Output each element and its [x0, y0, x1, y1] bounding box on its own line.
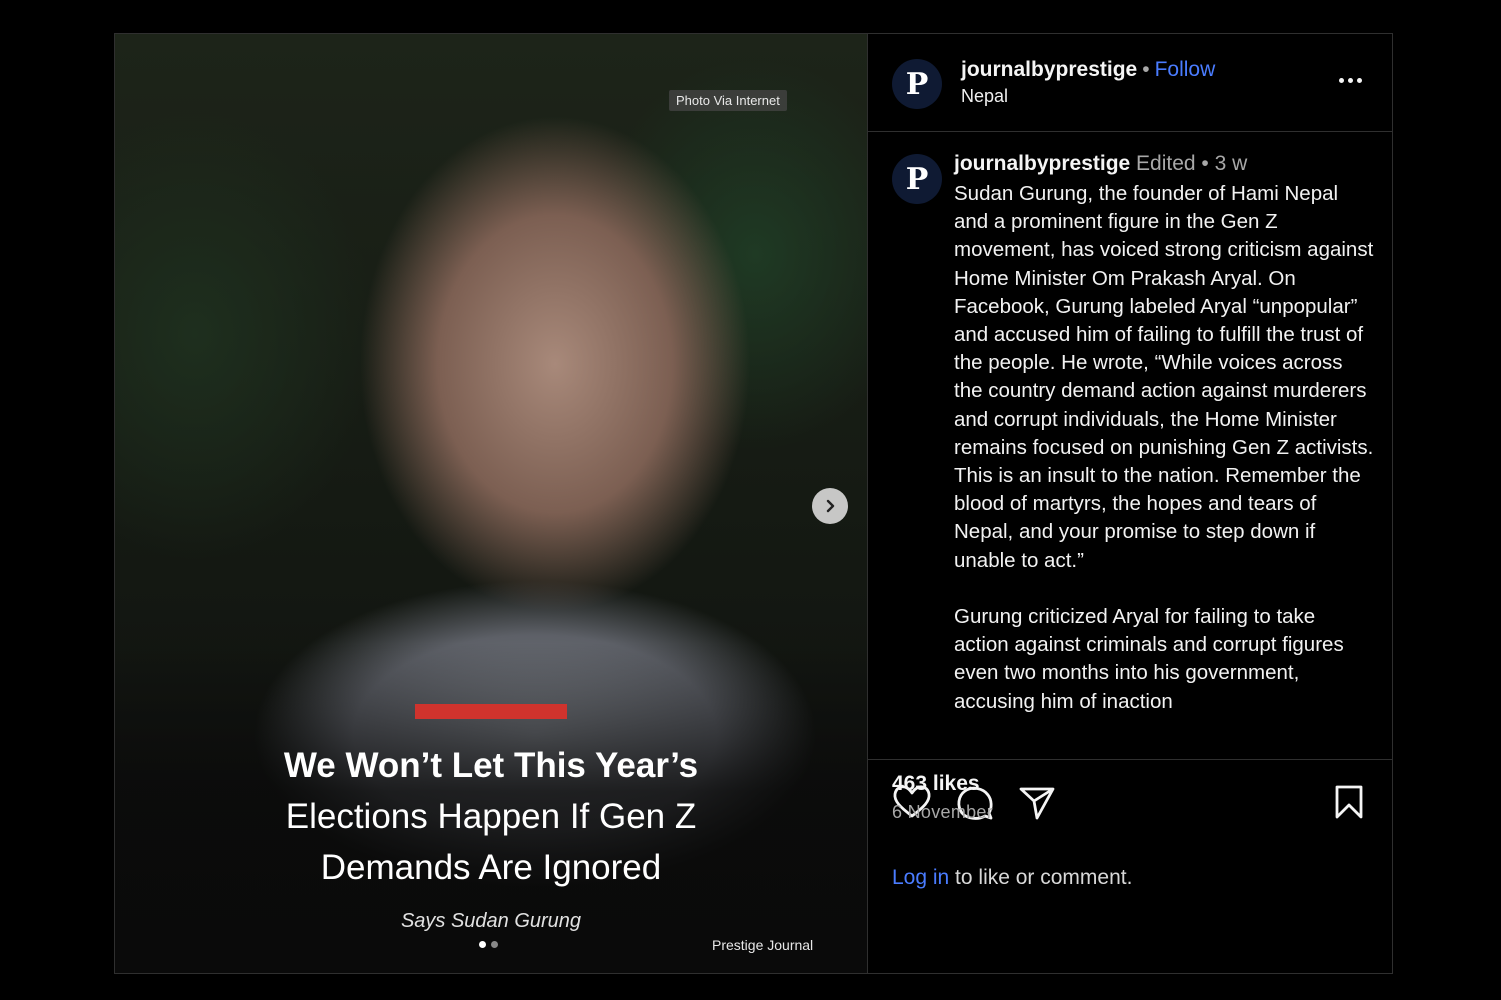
caption-area[interactable]: P journalbyprestige Edited • 3 w Sudan G…	[868, 132, 1392, 760]
accent-bar	[415, 704, 567, 719]
post-image[interactable]: Photo Via Internet We Won’t Let This Yea…	[115, 34, 867, 973]
headline-bold: We Won’t Let This Year’s	[283, 746, 699, 785]
headline-line-3: Demands Are Ignored	[320, 848, 662, 887]
caption-username[interactable]: journalbyprestige	[954, 152, 1130, 175]
carousel-indicator	[479, 941, 498, 948]
image-headline: We Won’t Let This Year’s Elections Happe…	[175, 740, 807, 893]
post-header: P journalbyprestige • Follow Nepal	[868, 34, 1392, 132]
brand-watermark: Prestige Journal	[712, 937, 814, 953]
next-slide-button[interactable]	[812, 488, 848, 524]
carousel-dot-2	[491, 941, 498, 948]
caption-avatar[interactable]: P	[892, 154, 942, 204]
likes-count[interactable]: 463 likes	[892, 772, 980, 796]
follow-button[interactable]: Follow	[1155, 58, 1216, 81]
headline-line-2: Elections Happen If Gen Z	[285, 797, 697, 836]
header-username[interactable]: journalbyprestige	[961, 58, 1137, 81]
header-separator: •	[1142, 58, 1150, 81]
login-prompt: Log in to like or comment.	[892, 866, 1132, 890]
share-icon[interactable]	[1018, 784, 1056, 822]
post-date[interactable]: 6 November	[892, 802, 993, 823]
caption-text: Sudan Gurung, the founder of Hami Nepal …	[954, 182, 1374, 713]
post-frame: Photo Via Internet We Won’t Let This Yea…	[114, 33, 1393, 974]
post-side-panel: P journalbyprestige • Follow Nepal P journ…	[867, 34, 1392, 973]
bookmark-icon[interactable]	[1334, 784, 1364, 820]
carousel-dot-1	[479, 941, 486, 948]
caption-meta: Edited • 3 w	[1136, 152, 1248, 175]
avatar[interactable]: P	[892, 59, 942, 109]
chevron-right-icon	[826, 499, 835, 513]
photo-credit-label: Photo Via Internet	[669, 90, 787, 111]
quote-attribution: Says Sudan Gurung	[400, 910, 582, 932]
location-link[interactable]: Nepal	[961, 86, 1008, 107]
login-link[interactable]: Log in	[892, 866, 949, 889]
more-icon[interactable]	[1339, 78, 1362, 83]
login-prompt-text: to like or comment.	[949, 866, 1133, 889]
